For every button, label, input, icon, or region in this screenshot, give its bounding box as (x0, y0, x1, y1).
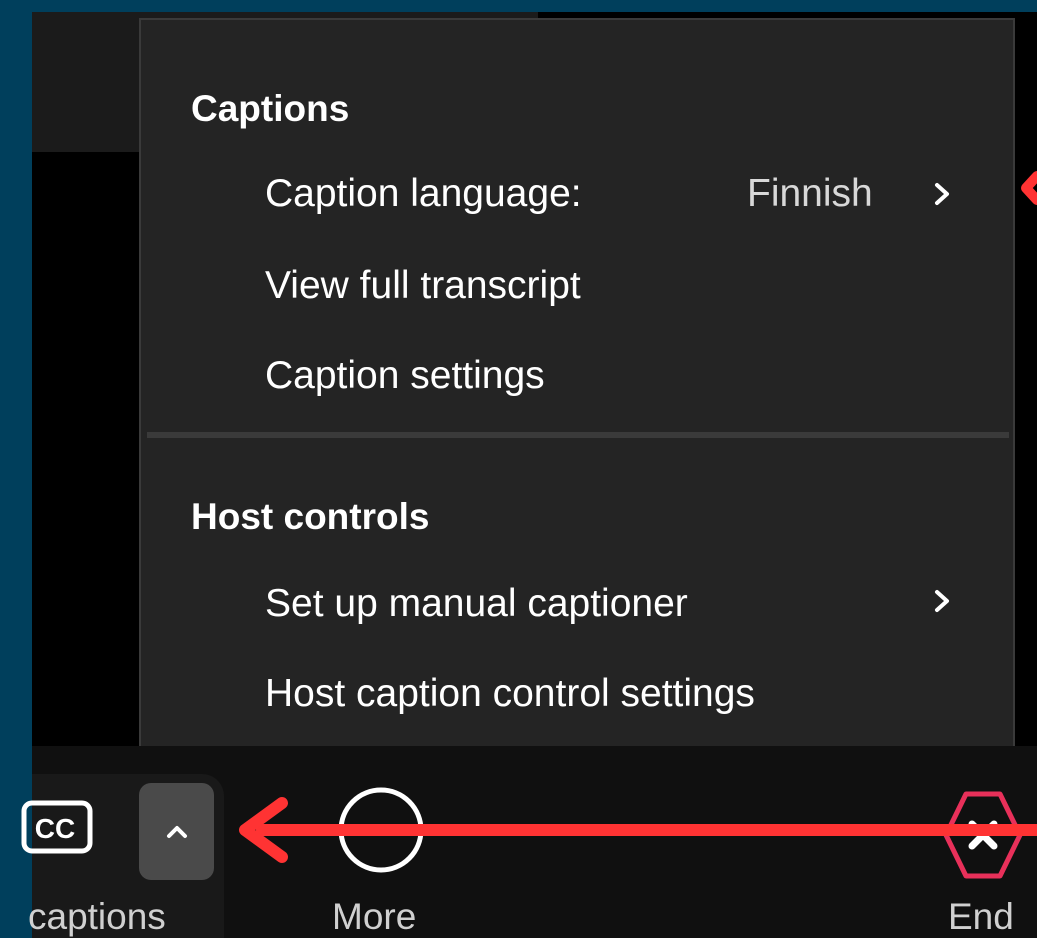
caption-settings-item[interactable]: Caption settings (191, 336, 971, 416)
caption-language-label: Caption language: (265, 172, 582, 215)
captions-button-label: captions (28, 896, 166, 937)
chevron-up-icon (166, 825, 187, 838)
more-button-label: More (332, 896, 417, 937)
view-transcript-item[interactable]: View full transcript (191, 246, 971, 326)
cc-icon[interactable]: CC (20, 799, 94, 855)
caption-language-item[interactable]: Caption language: Finnish (191, 154, 971, 234)
caption-settings-label: Caption settings (265, 354, 545, 397)
host-caption-settings-label: Host caption control settings (265, 672, 755, 715)
captions-section-header: Captions (191, 88, 350, 129)
view-transcript-label: View full transcript (265, 264, 581, 307)
captions-options-button[interactable] (139, 783, 214, 880)
menu-divider (147, 432, 1009, 438)
captions-menu: Captions Caption language: Finnish View … (139, 18, 1015, 756)
end-call-icon[interactable] (942, 790, 1024, 880)
chevron-right-icon (935, 183, 949, 205)
more-icon[interactable] (336, 785, 426, 875)
caption-language-value: Finnish (747, 172, 873, 215)
svg-text:CC: CC (35, 813, 75, 844)
chevron-right-icon (935, 590, 949, 612)
manual-captioner-label: Set up manual captioner (265, 582, 688, 625)
end-button-label: End (948, 896, 1014, 937)
host-caption-settings-item[interactable]: Host caption control settings (191, 654, 971, 734)
host-controls-section-header: Host controls (191, 496, 430, 537)
manual-captioner-item[interactable]: Set up manual captioner (191, 564, 971, 644)
